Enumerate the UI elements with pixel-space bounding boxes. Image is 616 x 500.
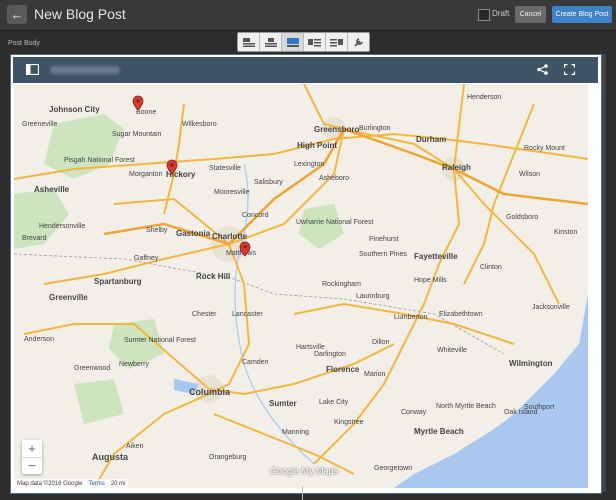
- map-attribution: Map data ©2016 Google Terms 20 mi: [14, 479, 129, 488]
- page-title: New Blog Post: [34, 6, 126, 22]
- create-blog-post-button[interactable]: Create Blog Post: [552, 6, 612, 23]
- text-left-icon: [308, 38, 321, 46]
- full-width-button[interactable]: [282, 33, 304, 51]
- zoom-out-button[interactable]: −: [22, 457, 42, 475]
- text-left-button[interactable]: [304, 33, 326, 51]
- map-title-blurred: [50, 66, 120, 74]
- editor-scrollbar[interactable]: [602, 54, 606, 492]
- marker-matthews[interactable]: [239, 241, 251, 257]
- google-my-maps-logo: Google My Maps: [270, 466, 339, 476]
- zoom-in-button[interactable]: +: [22, 440, 42, 457]
- cancel-button[interactable]: Cancel: [515, 6, 546, 23]
- draft-label: Draft: [492, 9, 510, 18]
- align-center-icon: [264, 37, 277, 47]
- terms-link[interactable]: Terms: [88, 481, 104, 487]
- zoom-control: + −: [22, 440, 42, 474]
- share-icon[interactable]: [537, 64, 548, 75]
- map-scale: 20 mi: [110, 480, 126, 487]
- map-data-credit: Map data ©2016 Google: [17, 480, 83, 487]
- full-width-icon: [286, 37, 299, 47]
- editor-toolbar: [237, 32, 370, 52]
- collapse-sidebar-icon[interactable]: [26, 64, 39, 75]
- draft-checkbox[interactable]: [478, 9, 490, 21]
- arrow-left-icon: ←: [10, 7, 24, 22]
- align-center-button[interactable]: [260, 33, 282, 51]
- map-canvas[interactable]: Johnson City Greeneville Boone Wilkesbor…: [14, 84, 588, 488]
- resize-handle[interactable]: [302, 486, 303, 500]
- marker-boone[interactable]: [132, 95, 144, 111]
- settings-button[interactable]: [348, 33, 369, 51]
- text-right-button[interactable]: [326, 33, 348, 51]
- align-left-button[interactable]: [238, 33, 260, 51]
- text-right-icon: [330, 38, 343, 46]
- post-body-label: Post Body: [8, 40, 40, 47]
- wrench-icon: [353, 38, 363, 47]
- align-left-icon: [242, 37, 255, 47]
- back-button[interactable]: ←: [7, 5, 27, 24]
- map-markers: [132, 95, 251, 257]
- marker-hickory[interactable]: [166, 159, 178, 175]
- fullscreen-icon[interactable]: [564, 64, 575, 75]
